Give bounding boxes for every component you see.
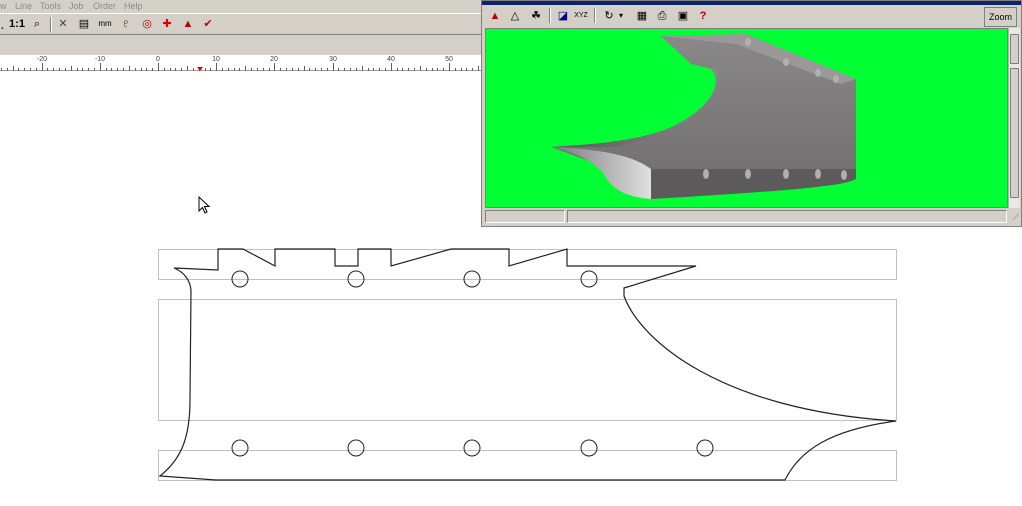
- cross-icon[interactable]: ✚: [158, 15, 176, 33]
- model-hole: [815, 169, 821, 179]
- ruler-ticks: [1, 63, 479, 71]
- part-outline[interactable]: [158, 248, 897, 481]
- hole-circle[interactable]: [347, 439, 365, 457]
- zoom-button[interactable]: Zoom: [983, 7, 1017, 27]
- model-tooth: [815, 69, 821, 77]
- hole-circle[interactable]: [463, 270, 481, 288]
- status-cell: [567, 210, 1007, 223]
- ruler-label: -10: [94, 56, 106, 63]
- model-tooth: [745, 38, 751, 46]
- main-toolbar: ˛ 1:1 ⌕ ✕ ▤ mm ♇ ◎ ✚ ▲ ✔: [0, 13, 482, 35]
- zoom-icon[interactable]: ⌕: [28, 15, 46, 33]
- ruler-label: 30: [329, 56, 337, 63]
- 3d-model-render[interactable]: [486, 29, 1007, 207]
- mouse-cursor-icon: [198, 196, 211, 214]
- save-icon[interactable]: ▣: [674, 7, 692, 25]
- guide-rect-top: [158, 249, 897, 280]
- horizontal-ruler: -20 -10 0 10 20 30 40 50: [0, 55, 482, 71]
- scrollbar-thumb[interactable]: [1010, 34, 1019, 64]
- hole-circle[interactable]: [580, 270, 598, 288]
- ruler-position-marker: [197, 67, 203, 71]
- guide-rect-middle: [158, 299, 897, 421]
- print-icon[interactable]: ⎙: [653, 7, 671, 25]
- dropdown-icon[interactable]: ▾: [616, 7, 626, 25]
- menu-item-job[interactable]: Job: [69, 1, 84, 11]
- ruler-label: 10: [212, 56, 220, 63]
- 3d-viewport[interactable]: [485, 28, 1008, 208]
- ruler-label: 0: [156, 56, 160, 63]
- circles-icon[interactable]: ◎: [138, 15, 156, 33]
- viewer-scrollbar[interactable]: [1008, 28, 1020, 208]
- palette-icon[interactable]: ▦: [633, 7, 651, 25]
- scrollbar-track-button[interactable]: [1010, 68, 1019, 198]
- menu-bar: w Line Tools Job Order Help: [0, 0, 482, 13]
- axes-xyz-icon[interactable]: XYZ: [572, 7, 590, 25]
- hole-circle[interactable]: [347, 270, 365, 288]
- ruler-label: 20: [270, 56, 278, 63]
- menu-item-help[interactable]: Help: [124, 1, 143, 11]
- toolbar-separator: [50, 17, 52, 32]
- status-cell: [485, 210, 565, 223]
- toolbar-strip: [0, 35, 482, 55]
- check-icon[interactable]: ✔: [199, 15, 217, 33]
- menu-item-order[interactable]: Order: [93, 1, 116, 11]
- bottle-icon[interactable]: ♇: [117, 15, 135, 33]
- ruler-label: 40: [387, 56, 395, 63]
- resize-grip-icon[interactable]: ⟋: [1013, 212, 1019, 223]
- menu-item-tools[interactable]: Tools: [40, 1, 61, 11]
- shading-icon[interactable]: ◪: [554, 7, 572, 25]
- menu-item-line[interactable]: Line: [15, 1, 32, 11]
- guide-rect-bottom: [158, 450, 897, 481]
- render-icon[interactable]: ▲: [486, 7, 504, 25]
- toolbar-separator: [594, 8, 596, 23]
- cone-3d-icon[interactable]: ▲: [179, 15, 197, 33]
- toolbar-separator: [549, 8, 551, 23]
- hole-circle[interactable]: [696, 439, 714, 457]
- viewer-toolbar: ▲ △ ☘ ◪ XYZ ↻ ▾ ▦ ⎙ ▣ ? Zoom: [482, 5, 1021, 27]
- 3d-viewer-window: ▲ △ ☘ ◪ XYZ ↻ ▾ ▦ ⎙ ▣ ? Zoom ⟋: [481, 0, 1022, 227]
- ruler-label: -20: [36, 56, 48, 63]
- hole-circle[interactable]: [231, 439, 249, 457]
- model-hole: [703, 169, 709, 179]
- units-mm-icon[interactable]: mm: [96, 15, 114, 33]
- model-hole: [841, 170, 847, 180]
- hole-circle[interactable]: [580, 439, 598, 457]
- viewer-status-bar: ⟋: [485, 210, 1020, 224]
- wireframe-icon[interactable]: △: [506, 7, 524, 25]
- properties-icon[interactable]: ▤: [75, 15, 93, 33]
- help-icon[interactable]: ?: [694, 7, 712, 25]
- zoom-1to1-icon[interactable]: 1:1: [8, 15, 26, 33]
- hole-circle[interactable]: [231, 270, 249, 288]
- menu-item-window[interactable]: w: [0, 1, 7, 11]
- model-tooth: [783, 58, 789, 66]
- delete-icon[interactable]: ✕: [54, 15, 72, 33]
- model-tooth: [833, 75, 839, 83]
- hole-circle[interactable]: [463, 439, 481, 457]
- model-hole: [745, 169, 751, 179]
- ruler-label: 50: [445, 56, 453, 63]
- shapes-icon[interactable]: ☘: [527, 7, 545, 25]
- model-hole: [783, 169, 789, 179]
- model-bottom-edge: [651, 169, 856, 199]
